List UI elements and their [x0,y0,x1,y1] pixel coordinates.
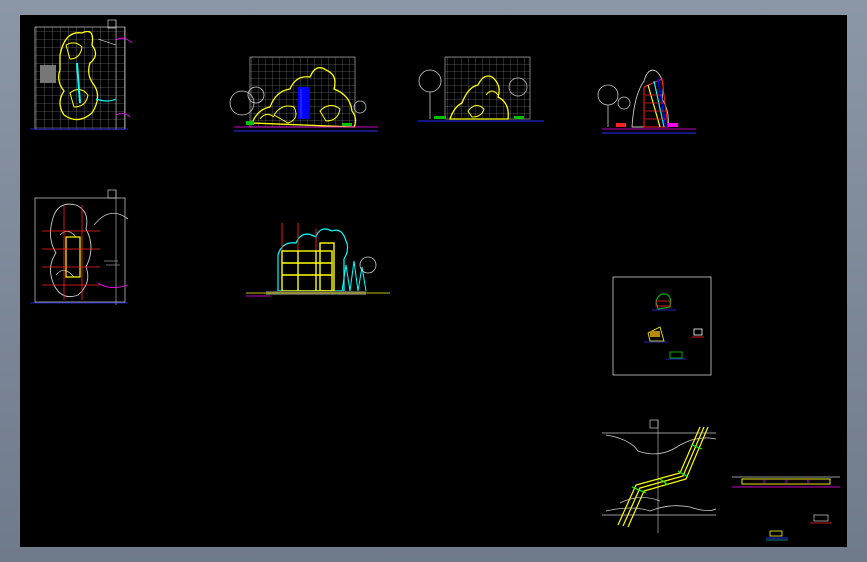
drawing-path-section[interactable] [732,476,840,541]
drawing-section-waterfall[interactable] [597,69,696,134]
drawing-plan-grid[interactable] [30,19,133,130]
drawing-canvas [30,19,840,541]
drawing-path-plan[interactable] [602,419,717,533]
drawing-structure-elevation[interactable] [246,223,390,297]
drawing-plan-structure[interactable] [30,189,129,305]
drawing-front-elevation[interactable] [229,56,378,132]
cad-model-space[interactable] [20,15,847,547]
drawing-side-elevation[interactable] [418,56,544,122]
drawing-detail-sheet[interactable] [612,276,712,376]
